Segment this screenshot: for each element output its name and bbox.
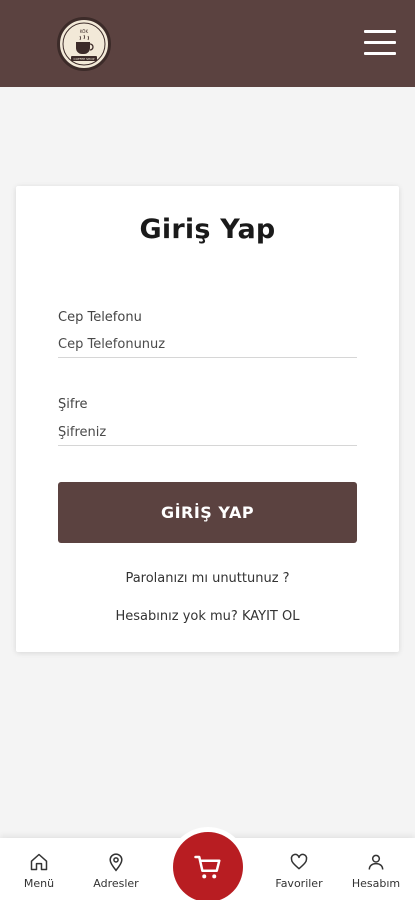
register-prompt: Hesabınız yok mu? [115,609,238,624]
login-title: Giriş Yap [139,214,276,245]
login-card: Giriş Yap Cep Telefonu Şifre GİRİŞ YAP P… [16,186,399,652]
cart-button-inner[interactable] [173,832,243,900]
hamburger-line [364,52,396,55]
phone-label: Cep Telefonu [58,310,142,325]
nav-item-addresses[interactable]: Adresler [81,852,151,890]
cart-icon [194,855,221,879]
app-header: KÖK COFFEE SHOP [0,0,415,87]
user-icon [368,854,384,870]
forgot-password-row: Parolanızı mı unuttunuz ? [16,571,399,586]
nav-label-favorites: Favoriler [275,877,323,890]
svg-text:KÖK: KÖK [80,29,89,34]
hamburger-line [364,30,396,33]
hamburger-line [364,41,396,44]
password-input[interactable] [58,420,357,446]
phone-input[interactable] [58,332,357,358]
nav-item-menu[interactable]: Menü [4,852,74,890]
home-icon [30,853,48,871]
heart-icon [290,853,308,870]
nav-item-favorites[interactable]: Favoriler [264,852,334,890]
hamburger-menu-icon[interactable] [362,28,398,56]
register-link[interactable]: KAYIT OL [242,609,300,624]
nav-item-account[interactable]: Hesabım [341,852,411,890]
nav-label-menu: Menü [23,877,55,890]
nav-label-addresses: Adresler [93,877,139,890]
svg-text:COFFEE SHOP: COFFEE SHOP [74,57,95,61]
brand-logo[interactable]: KÖK COFFEE SHOP [57,17,111,71]
location-pin-icon [109,853,123,872]
login-button[interactable]: GİRİŞ YAP [58,482,357,543]
register-row: Hesabınız yok mu? KAYIT OL [16,609,399,624]
coffee-cup-logo-icon: KÖK COFFEE SHOP [62,22,106,66]
cart-button[interactable] [168,827,248,900]
password-label: Şifre [58,397,88,412]
nav-label-account: Hesabım [351,877,401,890]
forgot-password-link[interactable]: Parolanızı mı unuttunuz ? [125,571,289,586]
